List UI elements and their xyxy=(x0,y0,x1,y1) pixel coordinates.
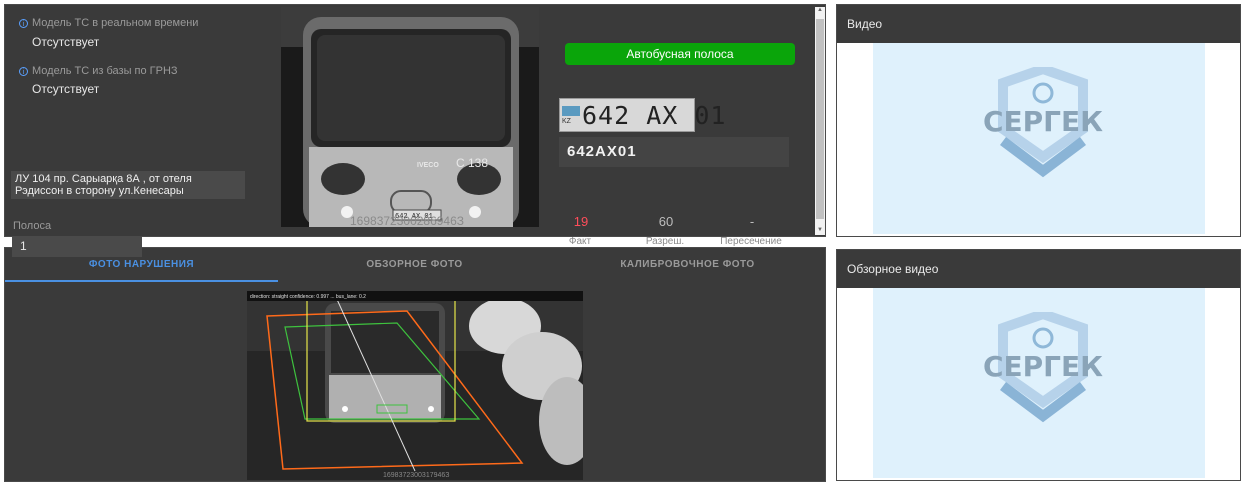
stat-fact-label: Факт xyxy=(568,236,592,247)
stat-allowed-label: Разреш. xyxy=(645,236,685,247)
sergek-logo-icon: СЕРГЕК xyxy=(983,312,1103,423)
realtime-model-value: Отсутствует xyxy=(32,35,100,49)
violation-photo-image: direction: straight confidence: 0.997 ..… xyxy=(247,291,583,480)
db-model-label-text: Модель ТС из базы по ГРНЗ xyxy=(32,65,178,77)
tab-overview-photo[interactable]: ОБЗОРНОЕ ФОТО xyxy=(278,248,551,282)
photo-tabs-panel: ФОТО НАРУШЕНИЯ ОБЗОРНОЕ ФОТО КАЛИБРОВОЧН… xyxy=(4,247,826,482)
stat-crossing-label: Пересечение xyxy=(720,236,782,247)
overview-video-panel: Обзорное видео СЕРГЕК xyxy=(836,249,1241,481)
overview-video-panel-title: Обзорное видео xyxy=(837,250,1240,288)
bus-image: IVECO C 138 642 AX 01 xyxy=(281,7,539,227)
vehicle-photo[interactable]: IVECO C 138 642 AX 01 xyxy=(281,7,539,227)
vehicle-photo-timestamp: 1698372300286946З xyxy=(350,214,465,228)
violation-details-panel: i Модель ТС в реальном времени Отсутству… xyxy=(4,4,826,237)
plate-image-text: 642 AX 01 xyxy=(582,100,727,130)
scroll-up-icon[interactable]: ▲ xyxy=(815,7,825,13)
info-icon: i xyxy=(19,18,28,28)
tab-calibration-photo[interactable]: КАЛИБРОВОЧНОЕ ФОТО xyxy=(551,248,824,282)
bus-brand: IVECO xyxy=(417,162,439,169)
flag-icon xyxy=(562,105,580,116)
logo-text: СЕРГЕК xyxy=(983,105,1103,138)
violation-type-badge: Автобусная полоса xyxy=(565,43,795,65)
info-icon: i xyxy=(19,66,28,76)
scrollbar-thumb[interactable] xyxy=(816,19,824,219)
db-model-label: i Модель ТС из базы по ГРНЗ xyxy=(19,65,178,77)
violation-overlay-text: direction: straight confidence: 0.997 ..… xyxy=(250,294,366,300)
stat-allowed-value: 60 xyxy=(658,214,674,229)
scroll-down-icon[interactable]: ▼ xyxy=(815,227,825,233)
plate-image: KZ 642 AX 01 xyxy=(559,98,725,132)
recognized-plate[interactable]: 642AX01 xyxy=(559,137,789,167)
video-panel-title: Видео xyxy=(837,5,1240,43)
video-panel: Видео СЕРГЕК xyxy=(836,4,1241,237)
realtime-model-label-text: Модель ТС в реальном времени xyxy=(32,17,199,29)
plate-flag: KZ xyxy=(562,100,580,130)
location-text: ЛУ 104 пр. Сарыарқа 8А , от отеля Рэдисс… xyxy=(11,171,245,199)
plate-region: KZ xyxy=(562,117,571,125)
violation-photo-timestamp: 1698372300317946З xyxy=(383,472,450,479)
stat-crossing-value: - xyxy=(749,214,755,229)
stat-fact-value: 19 xyxy=(573,214,589,229)
scrollbar[interactable]: ▲ ▼ xyxy=(815,7,825,235)
realtime-model-label: i Модель ТС в реальном времени xyxy=(19,17,198,29)
overview-video-player[interactable]: СЕРГЕК xyxy=(873,288,1205,478)
lane-label: Полоса xyxy=(13,220,52,232)
lane-value: 1 xyxy=(12,237,142,257)
db-model-value: Отсутствует xyxy=(32,82,100,96)
violation-photo[interactable]: direction: straight confidence: 0.997 ..… xyxy=(247,291,583,480)
sergek-logo-icon: СЕРГЕК xyxy=(983,67,1103,178)
logo-text: СЕРГЕК xyxy=(983,350,1103,383)
bus-number: C 138 xyxy=(456,156,488,170)
video-player[interactable]: СЕРГЕК xyxy=(873,43,1205,234)
